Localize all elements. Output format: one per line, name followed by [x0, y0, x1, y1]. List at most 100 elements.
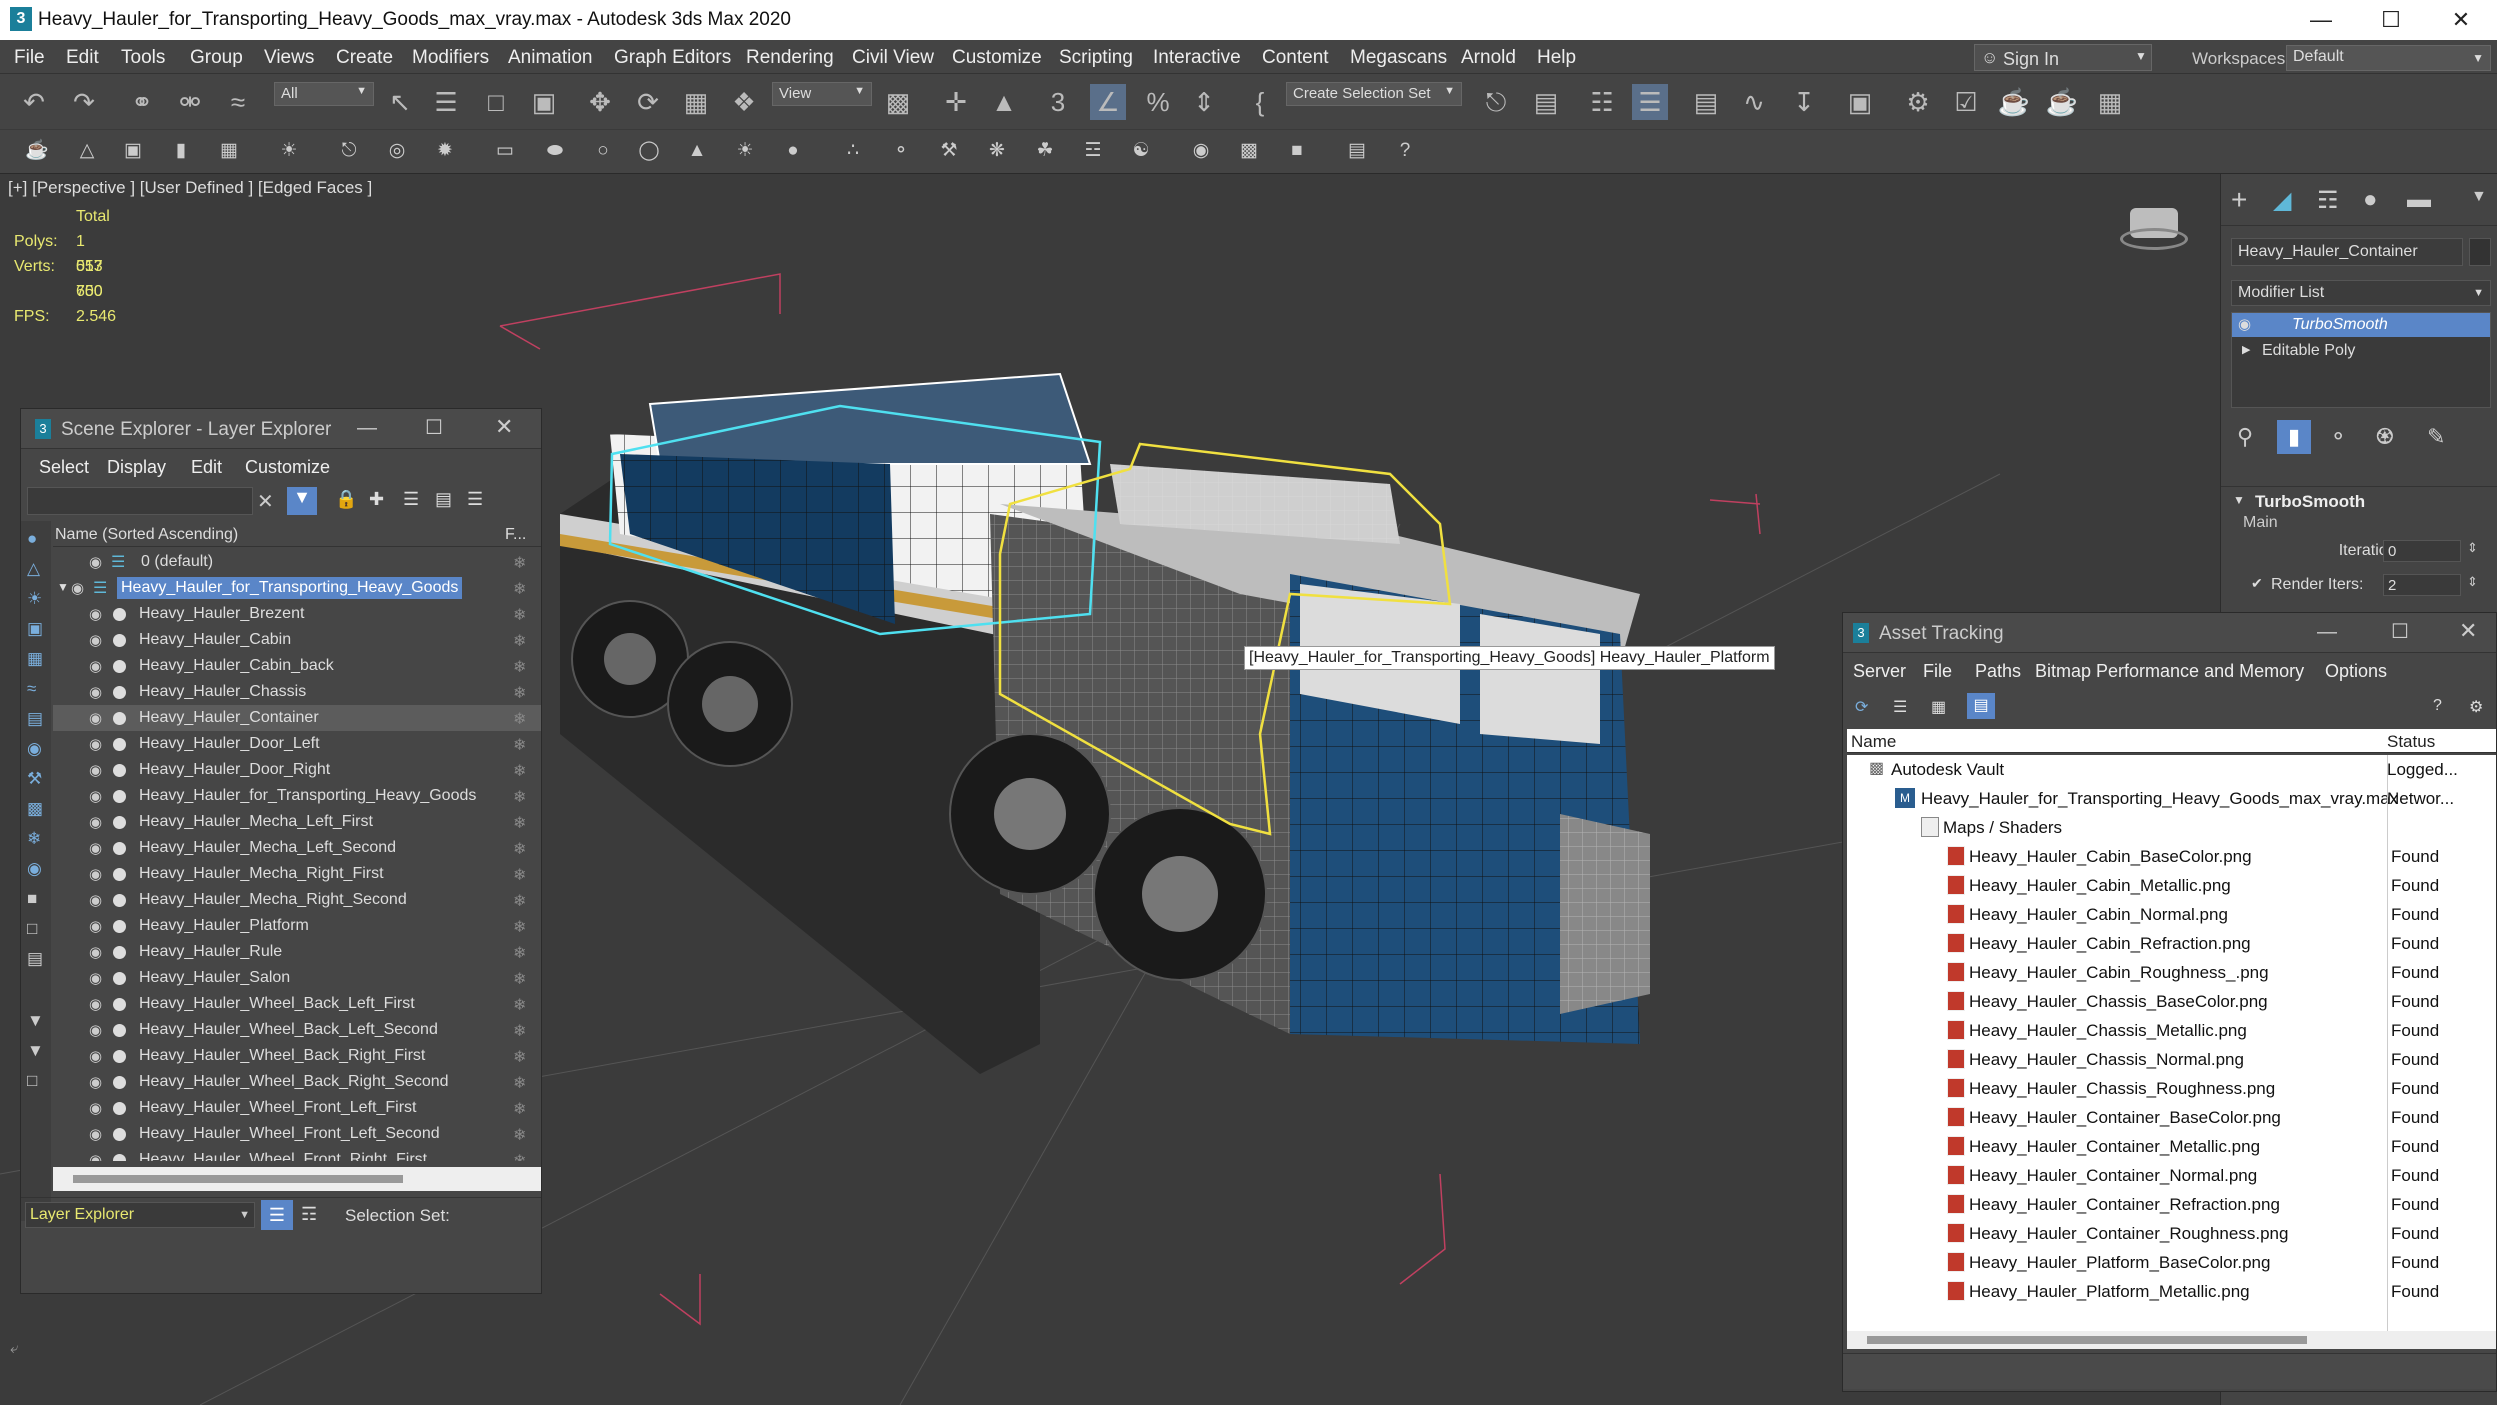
selection-sets-icon[interactable]: □	[27, 1071, 37, 1091]
bind-spacewarp-icon[interactable]: ≈	[220, 84, 256, 120]
lock-icon[interactable]: 🔒	[335, 489, 357, 510]
freeze-icon[interactable]: ❄	[513, 995, 526, 1015]
horizontal-scrollbar[interactable]	[1847, 1331, 2496, 1349]
asset-row-map[interactable]: Heavy_Hauler_Container_BaseColor.png Foun…	[1847, 1103, 2496, 1132]
schematic-view-icon[interactable]: ↧	[1786, 84, 1822, 120]
eye-icon[interactable]: ◉	[89, 891, 102, 909]
sphere-icon[interactable]: ●	[778, 136, 808, 166]
eye-icon[interactable]: ◉	[89, 735, 102, 753]
menu-rendering[interactable]: Rendering	[746, 47, 834, 69]
object-name-field[interactable]: Heavy_Hauler_Container	[2231, 238, 2463, 266]
cone-icon[interactable]: ▲	[682, 136, 712, 166]
menu-views[interactable]: Views	[264, 47, 314, 69]
expand-icon[interactable]: ▼	[57, 580, 69, 594]
display-containers-icon[interactable]: ▩	[27, 799, 43, 819]
menu-tools[interactable]: Tools	[121, 47, 165, 69]
menu-modifiers[interactable]: Modifiers	[412, 47, 489, 69]
column-frozen-header[interactable]: F...	[505, 526, 526, 544]
tree-layer-main[interactable]: ▼ ◉ ☰ Heavy_Hauler_for_Transporting_Heav…	[53, 575, 541, 601]
minimize-icon[interactable]: —	[2290, 0, 2352, 40]
column-status-header[interactable]: Status	[2387, 732, 2435, 752]
render-cloud-icon[interactable]: ▦	[2092, 84, 2128, 120]
asset-row-maxfile[interactable]: M Heavy_Hauler_for_Transporting_Heavy_Go…	[1847, 784, 2496, 813]
freeze-icon[interactable]: ❄	[513, 839, 526, 859]
freeze-icon[interactable]: ❄	[513, 1047, 526, 1067]
light-icon[interactable]: ☀	[274, 136, 304, 166]
asset-row-map[interactable]: Heavy_Hauler_Cabin_Roughness_.png Found	[1847, 958, 2496, 987]
foliage-icon[interactable]: ☘	[1030, 136, 1060, 166]
spinner-arrows-icon[interactable]: ⇕	[2467, 574, 2478, 590]
help-icon[interactable]: ?	[2433, 697, 2442, 715]
material-editor-icon[interactable]: ▣	[1842, 84, 1878, 120]
tree-object-row[interactable]: ◉ Heavy_Hauler_Container ❄	[53, 705, 541, 731]
move-icon[interactable]: ✥	[582, 84, 618, 120]
tree-layer-default[interactable]: ◉ ☰ 0 (default) ❄	[53, 549, 541, 575]
make-unique-icon[interactable]: ⚬	[2329, 424, 2347, 450]
eye-icon[interactable]: ◉	[89, 657, 102, 675]
freeze-icon[interactable]: ❄	[513, 1021, 526, 1041]
edit-named-selection-icon[interactable]: {	[1242, 84, 1278, 120]
at-menu-bitmap-performance[interactable]: Bitmap Performance and Memory	[2035, 661, 2304, 682]
unlink-icon[interactable]: ⚮	[172, 84, 208, 120]
sun-icon[interactable]: ☀	[730, 136, 760, 166]
menu-file[interactable]: File	[14, 47, 45, 69]
eye-icon[interactable]: ◉	[89, 839, 102, 857]
link-icon[interactable]: ⚭	[124, 84, 160, 120]
particle-icon[interactable]: ∴	[838, 136, 868, 166]
asset-path-field[interactable]	[1843, 1353, 2496, 1389]
menu-megascans[interactable]: Megascans	[1350, 47, 1447, 69]
menu-interactive[interactable]: Interactive	[1153, 47, 1241, 69]
freeze-icon[interactable]: ❄	[513, 813, 526, 833]
se-menu-select[interactable]: Select	[39, 457, 89, 478]
bone-icon[interactable]: ⚒	[934, 136, 964, 166]
settings-icon[interactable]: ⚙	[2469, 697, 2483, 717]
eye-icon[interactable]: ◉	[89, 969, 102, 987]
render-iterative-icon[interactable]: ☕	[2044, 84, 2080, 120]
scale-icon[interactable]: ▦	[678, 84, 714, 120]
hierarchy-tab-icon[interactable]: ☶	[2317, 186, 2339, 215]
tree-object-row[interactable]: ◉ Heavy_Hauler_Wheel_Back_Left_Second ❄	[53, 1017, 541, 1043]
eye-icon[interactable]: ◉	[71, 579, 84, 597]
find-icon[interactable]: ▼	[27, 1041, 44, 1061]
tree-object-row[interactable]: ◉ Heavy_Hauler_Rule ❄	[53, 939, 541, 965]
modifier-list-dropdown[interactable]: Modifier List ▼	[2231, 280, 2491, 306]
at-menu-file[interactable]: File	[1923, 661, 1952, 682]
scene-explorer-search-input[interactable]	[27, 487, 253, 515]
asset-row-map[interactable]: Heavy_Hauler_Container_Metallic.png Found	[1847, 1132, 2496, 1161]
scene-explorer-toggle-icon[interactable]: ☷	[1584, 84, 1620, 120]
asset-row-map[interactable]: Heavy_Hauler_Platform_Metallic.png Found	[1847, 1277, 2496, 1306]
align-icon[interactable]: ▤	[1528, 84, 1564, 120]
place-icon[interactable]: ❖	[726, 84, 762, 120]
select-by-name-icon[interactable]: ☰	[428, 84, 464, 120]
tree-object-row[interactable]: ◉ Heavy_Hauler_Platform ❄	[53, 913, 541, 939]
cylinder-icon[interactable]: ▮	[166, 136, 196, 166]
percent-snap-icon[interactable]: %	[1140, 84, 1176, 120]
close-icon[interactable]: ✕	[495, 414, 513, 440]
menu-civil-view[interactable]: Civil View	[852, 47, 934, 69]
freeze-icon[interactable]: ❄	[513, 761, 526, 781]
rendered-frame-window-icon[interactable]: ☑	[1948, 84, 1984, 120]
eye-icon[interactable]: ◉	[89, 1021, 102, 1039]
tree-object-row[interactable]: ◉ Heavy_Hauler_Wheel_Back_Right_First ❄	[53, 1043, 541, 1069]
asset-row-map[interactable]: Heavy_Hauler_Cabin_BaseColor.png Found	[1847, 842, 2496, 871]
freeze-icon[interactable]: ❄	[513, 1151, 526, 1161]
eye-icon[interactable]: ◉	[89, 683, 102, 701]
eye-icon[interactable]: ◉	[89, 1047, 102, 1065]
eye-icon[interactable]: ◉	[89, 709, 102, 727]
maximize-icon[interactable]: ☐	[425, 415, 443, 440]
freeze-icon[interactable]: ❄	[513, 787, 526, 807]
at-menu-server[interactable]: Server	[1853, 661, 1906, 682]
render-iters-spinner[interactable]: 2	[2383, 574, 2461, 596]
freeze-icon[interactable]: ❄	[513, 553, 526, 573]
thumbnail-view-icon[interactable]: ▦	[1931, 697, 1946, 717]
display-tab-icon[interactable]: ▬	[2407, 186, 2431, 214]
display-spacewarps-icon[interactable]: ≈	[27, 679, 36, 699]
spinner-arrows-icon[interactable]: ⇕	[2467, 540, 2478, 556]
tree-object-row[interactable]: ◉ Heavy_Hauler_Door_Right ❄	[53, 757, 541, 783]
scrollbar-thumb[interactable]	[73, 1175, 403, 1183]
tree-object-row[interactable]: ◉ Heavy_Hauler_Mecha_Left_Second ❄	[53, 835, 541, 861]
asset-row-map[interactable]: Heavy_Hauler_Container_Refraction.png Fou…	[1847, 1190, 2496, 1219]
freeze-icon[interactable]: ❄	[513, 1099, 526, 1119]
undo-icon[interactable]: ↶	[16, 84, 52, 120]
tree-object-row[interactable]: ◉ Heavy_Hauler_Door_Left ❄	[53, 731, 541, 757]
